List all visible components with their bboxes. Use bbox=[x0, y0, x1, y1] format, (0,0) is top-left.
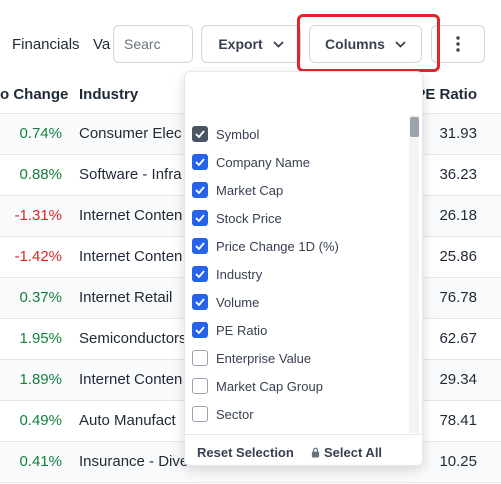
reset-selection-label: Reset Selection bbox=[197, 445, 294, 460]
column-option-stock-price[interactable]: Stock Price bbox=[192, 207, 282, 229]
tab-financials[interactable]: Financials bbox=[12, 36, 80, 53]
cell-price-change: -1.42% bbox=[14, 248, 62, 265]
dropdown-scrollbar-thumb[interactable] bbox=[410, 117, 419, 137]
dropdown-scrollbar-track[interactable] bbox=[409, 115, 419, 433]
column-option-pe-ratio[interactable]: PE Ratio bbox=[192, 319, 267, 341]
chevron-down-icon bbox=[395, 40, 406, 48]
checkbox[interactable] bbox=[192, 378, 208, 394]
column-option-symbol[interactable]: Symbol bbox=[192, 123, 259, 145]
export-button[interactable]: Export bbox=[201, 25, 301, 63]
column-option-label: Industry bbox=[216, 266, 263, 282]
cell-pe-ratio: 36.23 bbox=[439, 166, 477, 183]
cell-pe-ratio: 78.41 bbox=[439, 412, 477, 429]
column-option-sector[interactable]: Sector bbox=[192, 403, 254, 425]
cell-pe-ratio: 62.67 bbox=[439, 330, 477, 347]
checkbox[interactable] bbox=[192, 406, 208, 422]
checkbox[interactable] bbox=[192, 182, 208, 198]
checkbox[interactable] bbox=[192, 350, 208, 366]
column-option-label: Sector bbox=[216, 406, 254, 422]
cell-pe-ratio: 26.18 bbox=[439, 207, 477, 224]
column-option-enterprise-value[interactable]: Enterprise Value bbox=[192, 347, 311, 369]
export-label: Export bbox=[218, 36, 263, 52]
cell-pe-ratio: 25.86 bbox=[439, 248, 477, 265]
column-option-market-cap-group[interactable]: Market Cap Group bbox=[192, 375, 323, 397]
cell-price-change: 0.88% bbox=[19, 166, 62, 183]
column-option-label: Enterprise Value bbox=[216, 350, 312, 366]
tab-partial[interactable]: Va bbox=[93, 36, 110, 53]
select-all-label: Select All bbox=[324, 445, 383, 460]
column-option-market-cap[interactable]: Market Cap bbox=[192, 179, 283, 201]
select-all-button[interactable]: Select All bbox=[311, 445, 382, 460]
column-option-label: Company Name bbox=[216, 154, 310, 170]
dropdown-footer: Reset Selection Select All bbox=[185, 434, 422, 465]
checkbox[interactable] bbox=[192, 126, 208, 142]
header-pe-ratio[interactable]: PE Ratio bbox=[415, 86, 477, 103]
checkbox[interactable] bbox=[192, 238, 208, 254]
cell-pe-ratio: 76.78 bbox=[439, 289, 477, 306]
column-option-price-change-1d[interactable]: Price Change 1D (%) bbox=[192, 235, 339, 257]
header-change[interactable]: o Change bbox=[0, 86, 68, 103]
cell-price-change: 0.74% bbox=[19, 125, 62, 142]
checkbox[interactable] bbox=[192, 266, 208, 282]
column-option-label: Price Change 1D (%) bbox=[216, 238, 339, 254]
column-option-label: Symbol bbox=[216, 126, 260, 142]
lock-icon bbox=[311, 447, 320, 458]
cell-price-change: 1.89% bbox=[19, 371, 62, 388]
cell-price-change: 0.41% bbox=[19, 453, 62, 470]
column-option-volume[interactable]: Volume bbox=[192, 291, 259, 313]
column-option-company-name[interactable]: Company Name bbox=[192, 151, 310, 173]
kebab-menu-icon bbox=[456, 36, 460, 52]
chevron-down-icon bbox=[273, 40, 284, 48]
checkbox[interactable] bbox=[192, 322, 208, 338]
columns-dropdown: Symbol Company Name Market Cap Stock Price P… bbox=[184, 71, 423, 466]
column-option-label: Volume bbox=[216, 294, 260, 310]
column-option-label: Stock Price bbox=[216, 210, 282, 226]
reset-selection-button[interactable]: Reset Selection bbox=[197, 445, 294, 460]
checkbox[interactable] bbox=[192, 210, 208, 226]
cell-pe-ratio: 31.93 bbox=[439, 125, 477, 142]
column-option-label: Market Cap bbox=[216, 182, 284, 198]
cell-price-change: -1.31% bbox=[14, 207, 62, 224]
cell-price-change: 0.49% bbox=[19, 412, 62, 429]
checkbox[interactable] bbox=[192, 294, 208, 310]
column-option-industry[interactable]: Industry bbox=[192, 263, 262, 285]
more-options-button[interactable] bbox=[431, 25, 485, 63]
column-option-label: Market Cap Group bbox=[216, 378, 323, 394]
header-industry[interactable]: Industry bbox=[79, 86, 138, 103]
cell-pe-ratio: 29.34 bbox=[439, 371, 477, 388]
cell-pe-ratio: 10.25 bbox=[439, 453, 477, 470]
search-input[interactable] bbox=[113, 25, 193, 63]
cell-price-change: 0.37% bbox=[19, 289, 62, 306]
checkbox[interactable] bbox=[192, 154, 208, 170]
column-option-label: PE Ratio bbox=[216, 322, 268, 338]
columns-label: Columns bbox=[325, 36, 385, 52]
columns-button[interactable]: Columns bbox=[309, 25, 422, 63]
cell-price-change: 1.95% bbox=[19, 330, 62, 347]
